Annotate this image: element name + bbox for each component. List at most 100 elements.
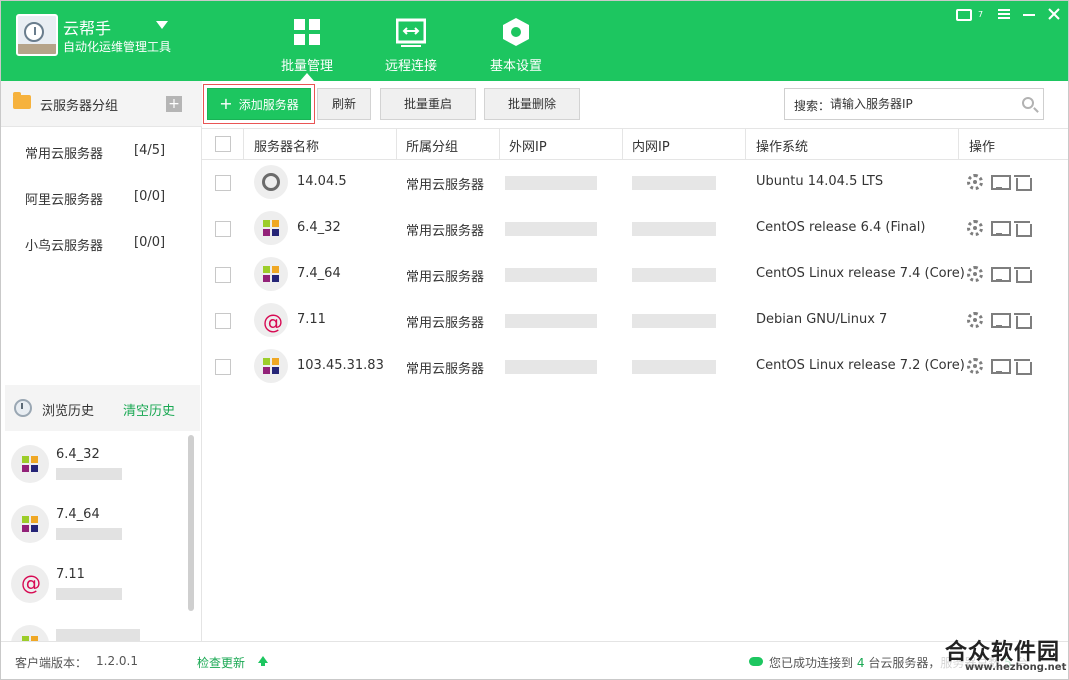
- message-button[interactable]: 7: [956, 7, 983, 25]
- public-ip-redacted: [505, 360, 597, 374]
- history-item[interactable]: 6.4_32: [5, 435, 185, 495]
- gear-icon[interactable]: [967, 358, 983, 374]
- server-os: CentOS Linux release 7.4 (Core): [756, 266, 965, 281]
- table-row[interactable]: 6.4_32 常用云服务器 CentOS release 6.4 (Final): [202, 206, 1068, 252]
- menu-button[interactable]: [997, 7, 1011, 25]
- server-group-header: 云服务器分组 +: [1, 81, 202, 127]
- monitor-icon[interactable]: [991, 358, 1011, 374]
- server-name: 14.04.5: [297, 174, 347, 189]
- table-row[interactable]: 7.4_64 常用云服务器 CentOS Linux release 7.4 (…: [202, 252, 1068, 298]
- server-group: 常用云服务器: [406, 316, 485, 331]
- gear-icon[interactable]: [967, 220, 983, 236]
- close-icon: [1048, 8, 1060, 20]
- add-server-button[interactable]: + 添加服务器: [207, 88, 311, 120]
- trash-icon[interactable]: [1014, 266, 1032, 283]
- column-header-public-ip[interactable]: 外网IP: [509, 136, 547, 155]
- server-group: 常用云服务器: [406, 270, 485, 285]
- sidebar: 云服务器分组 + 常用云服务器 [4/5] 阿里云服务器 [0/0] 小鸟云服务…: [1, 81, 202, 641]
- private-ip-redacted: [632, 222, 716, 236]
- gear-icon[interactable]: [967, 312, 983, 328]
- server-name: 6.4_32: [297, 220, 341, 235]
- ubuntu-icon: [254, 165, 288, 199]
- history-item[interactable]: 7.4_64: [5, 495, 185, 555]
- centos-icon: [254, 257, 288, 291]
- minimize-button[interactable]: [1022, 7, 1036, 25]
- tab-basic-settings[interactable]: 基本设置: [471, 15, 561, 75]
- debian-icon: @: [11, 565, 49, 603]
- batch-reboot-button[interactable]: 批量重启: [380, 88, 476, 120]
- app-window: 云帮手 自动化运维管理工具 批量管理 远程连接 基本设置 7 云服务器分组 + …: [0, 0, 1069, 680]
- refresh-button[interactable]: 刷新: [317, 88, 371, 120]
- monitor-icon[interactable]: [991, 220, 1011, 236]
- group-name: 常用云服务器: [25, 147, 104, 162]
- close-button[interactable]: [1047, 7, 1061, 25]
- server-group: 常用云服务器: [406, 224, 485, 239]
- column-header-os[interactable]: 操作系统: [756, 136, 808, 155]
- trash-icon[interactable]: [1014, 174, 1032, 191]
- select-all-checkbox[interactable]: [215, 136, 231, 152]
- grid-icon: [294, 19, 320, 45]
- tab-batch-manage[interactable]: 批量管理: [262, 15, 352, 75]
- sidebar-item-common-servers[interactable]: 常用云服务器 [4/5]: [1, 131, 202, 171]
- trash-icon[interactable]: [1014, 220, 1032, 237]
- history-item-name: 7.11: [56, 567, 85, 582]
- group-name: 小鸟云服务器: [25, 239, 104, 254]
- private-ip-redacted: [632, 360, 716, 374]
- row-checkbox[interactable]: [215, 313, 231, 329]
- history-item-partial[interactable]: [5, 615, 185, 641]
- server-group: 常用云服务器: [406, 362, 485, 377]
- server-os: Ubuntu 14.04.5 LTS: [756, 174, 884, 189]
- add-group-button[interactable]: +: [166, 96, 182, 112]
- sidebar-item-xiaoniao-servers[interactable]: 小鸟云服务器 [0/0]: [1, 223, 202, 263]
- server-group: 常用云服务器: [406, 178, 485, 193]
- tab-remote-connect[interactable]: 远程连接: [366, 15, 456, 75]
- monitor-icon[interactable]: [991, 174, 1011, 190]
- gear-icon[interactable]: [967, 266, 983, 282]
- history-item-name: 7.4_64: [56, 507, 100, 522]
- trash-icon[interactable]: [1014, 312, 1032, 329]
- search-icon[interactable]: [1022, 97, 1034, 109]
- server-group-title: 云服务器分组: [40, 99, 119, 114]
- history-item-name: 6.4_32: [56, 447, 100, 462]
- search-input[interactable]: [830, 93, 1010, 115]
- table-row[interactable]: @ 7.11 常用云服务器 Debian GNU/Linux 7: [202, 298, 1068, 344]
- app-subtitle: 自动化运维管理工具: [63, 40, 172, 54]
- sidebar-item-aliyun-servers[interactable]: 阿里云服务器 [0/0]: [1, 177, 202, 217]
- column-header-private-ip[interactable]: 内网IP: [632, 136, 670, 155]
- server-os: CentOS Linux release 7.2 (Core): [756, 358, 965, 373]
- column-header-actions: 操作: [969, 140, 996, 155]
- public-ip-redacted: [505, 222, 597, 236]
- title-bar: 云帮手 自动化运维管理工具 批量管理 远程连接 基本设置 7: [1, 1, 1068, 81]
- history-header: 浏览历史 清空历史: [5, 385, 200, 431]
- private-ip-redacted: [632, 268, 716, 282]
- row-checkbox[interactable]: [215, 221, 231, 237]
- clear-history-link[interactable]: 清空历史: [123, 400, 175, 419]
- batch-delete-button[interactable]: 批量删除: [484, 88, 580, 120]
- server-name: 103.45.31.83: [297, 358, 384, 373]
- row-checkbox[interactable]: [215, 175, 231, 191]
- history-item[interactable]: @ 7.11: [5, 555, 185, 615]
- history-item-ip-redacted: [56, 629, 140, 641]
- table-row[interactable]: 103.45.31.83 常用云服务器 CentOS Linux release…: [202, 344, 1068, 390]
- row-checkbox[interactable]: [215, 267, 231, 283]
- history-scrollbar[interactable]: [188, 435, 194, 611]
- status-bar: 客户端版本： 1.2.0.1 检查更新 您已成功连接到 4 台云服务器，服务器总…: [1, 640, 1068, 679]
- table-row[interactable]: 14.04.5 常用云服务器 Ubuntu 14.04.5 LTS: [202, 160, 1068, 206]
- hamburger-menu-icon: [998, 9, 1010, 19]
- column-header-group[interactable]: 所属分组: [406, 136, 458, 155]
- column-header-name[interactable]: 服务器名称: [254, 136, 319, 155]
- minimize-icon: [1023, 14, 1035, 16]
- cloud-icon: [749, 657, 763, 666]
- remote-screen-icon: [396, 18, 426, 47]
- public-ip-redacted: [505, 314, 597, 328]
- check-update-link[interactable]: 检查更新: [197, 654, 245, 671]
- row-checkbox[interactable]: [215, 359, 231, 375]
- app-menu-dropdown-icon[interactable]: [156, 21, 168, 29]
- gear-icon[interactable]: [967, 174, 983, 190]
- monitor-icon[interactable]: [991, 266, 1011, 282]
- monitor-icon[interactable]: [991, 312, 1011, 328]
- message-icon: [956, 9, 972, 21]
- history-item-ip-redacted: [56, 468, 122, 480]
- trash-icon[interactable]: [1014, 358, 1032, 375]
- history-title: 浏览历史: [42, 404, 95, 419]
